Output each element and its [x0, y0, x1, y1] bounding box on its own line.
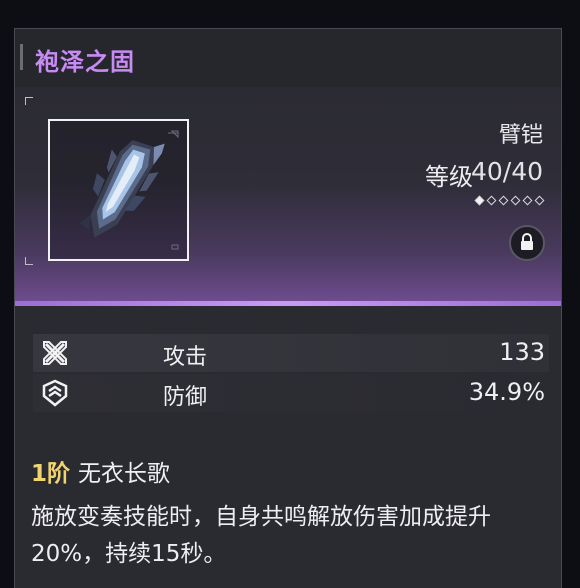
passive-title: 1阶 无衣长歌: [31, 454, 170, 488]
lock-icon: [521, 233, 533, 250]
passive-rank: 1阶: [31, 461, 71, 487]
title-bar: 袍泽之固: [15, 29, 561, 87]
stat-value: 133: [499, 338, 545, 366]
stat-name: 防御: [163, 385, 208, 410]
corner-mark: [25, 97, 33, 105]
corner-mark: [25, 257, 33, 265]
level-value: 40/40: [470, 157, 543, 186]
passive-name: 无衣长歌: [78, 461, 171, 487]
rarity-line: [15, 301, 561, 306]
rank-dot: [510, 195, 521, 206]
gauntlet-icon: [79, 130, 179, 250]
item-name: 袍泽之固: [35, 48, 135, 76]
lock-button[interactable]: [509, 225, 545, 261]
title-accent: [20, 44, 23, 70]
rank-indicator: [474, 195, 545, 206]
passive-description: 施放变奏技能时，自身共鸣解放伤害加成提升20%，持续15秒。: [31, 504, 491, 567]
item-icon-frame: [48, 119, 189, 261]
stat-value: 34.9%: [468, 378, 545, 406]
item-detail-panel: 袍泽之固 臂铠 等级 40/40 攻击 133 防御 34.9% 1阶 无衣长歌…: [14, 28, 562, 588]
stat-row-attack: 攻击 133: [33, 334, 549, 372]
rank-dot: [486, 195, 497, 206]
stat-row-defense: 防御 34.9%: [33, 374, 549, 412]
item-type: 臂铠: [498, 123, 543, 148]
shield-icon: [42, 379, 68, 407]
level-label: 等级: [425, 163, 473, 191]
rank-dot: [534, 195, 545, 206]
rank-dot: [474, 195, 485, 206]
stat-name: 攻击: [163, 345, 208, 370]
rank-dot: [522, 195, 533, 206]
rank-dot: [498, 195, 509, 206]
crossed-swords-icon: [43, 341, 67, 365]
